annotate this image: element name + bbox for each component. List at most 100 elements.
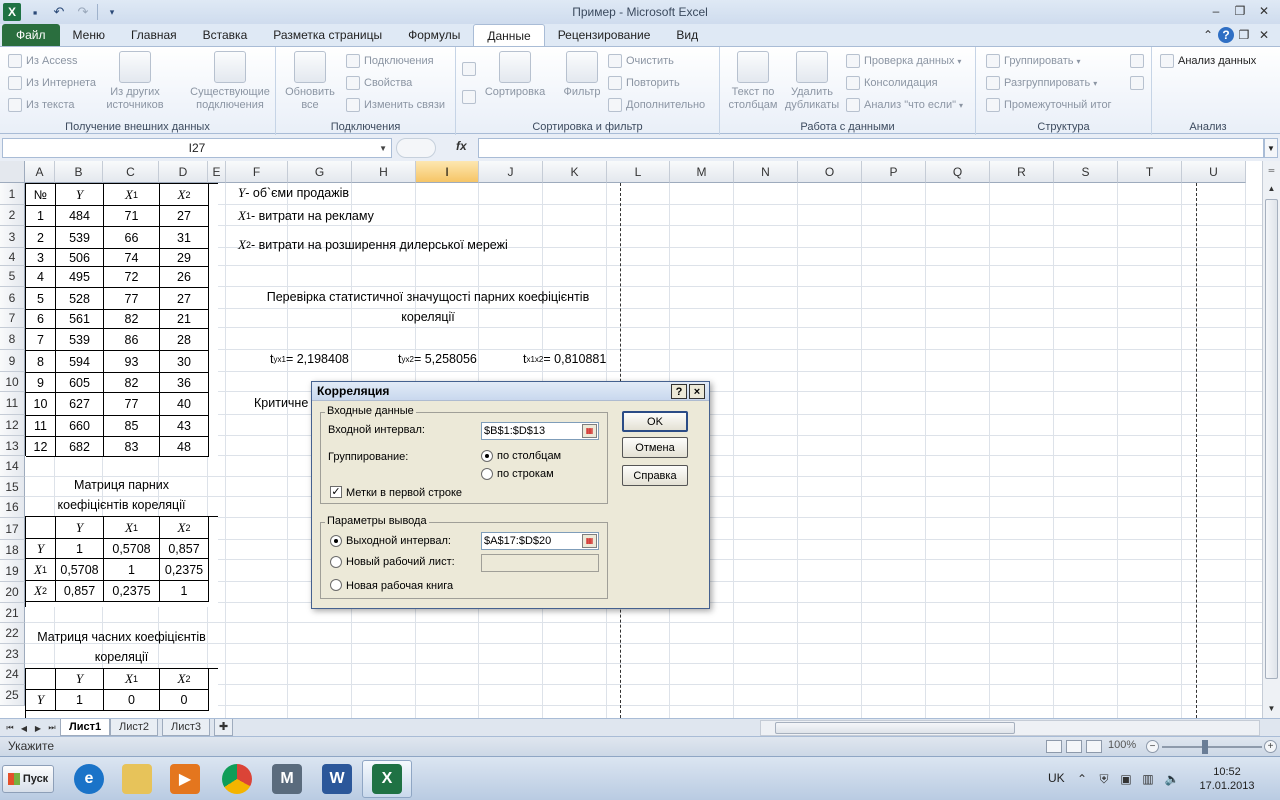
row-header-8[interactable]: 8: [0, 328, 25, 350]
column-header-d[interactable]: D: [159, 161, 208, 183]
table-header-cell[interactable]: №: [26, 184, 56, 206]
row-header-24[interactable]: 24: [0, 664, 25, 685]
customize-qat-icon[interactable]: ▾: [102, 2, 122, 22]
labels-first-row-checkbox[interactable]: ✓: [330, 486, 342, 498]
table-cell[interactable]: 0,857: [56, 581, 104, 602]
row-header-17[interactable]: 17: [0, 518, 25, 540]
table-header-cell[interactable]: X1: [104, 669, 160, 690]
table-cell[interactable]: 1: [56, 539, 104, 559]
table-header-cell[interactable]: X1: [104, 184, 160, 206]
hide-detail-button[interactable]: [1130, 73, 1144, 93]
undo-icon[interactable]: ↶: [49, 2, 69, 22]
table-cell[interactable]: 82: [104, 310, 160, 329]
row-header-21[interactable]: 21: [0, 603, 25, 623]
expand-formula-bar-icon[interactable]: ▼: [1264, 138, 1278, 158]
tab-insert[interactable]: Вставка: [190, 24, 261, 46]
tab-page-layout[interactable]: Разметка страницы: [260, 24, 395, 46]
table-cell[interactable]: 48: [160, 437, 209, 457]
group-button[interactable]: Группировать ▾: [986, 51, 1081, 71]
what-if-button[interactable]: Анализ "что если" ▾: [846, 95, 963, 115]
vertical-scroll-thumb[interactable]: [1265, 199, 1278, 679]
excel-logo-icon[interactable]: X: [3, 3, 21, 21]
connections-button[interactable]: Подключения: [346, 51, 434, 71]
column-header-q[interactable]: Q: [926, 161, 990, 183]
table-cell[interactable]: 27: [160, 206, 209, 227]
start-button[interactable]: Пуск: [2, 765, 54, 793]
row-header-19[interactable]: 19: [0, 560, 25, 582]
sheet-tab-1[interactable]: Лист1: [60, 719, 111, 736]
table-cell[interactable]: X2: [26, 581, 56, 602]
sheet-tab-3[interactable]: Лист3: [162, 719, 211, 736]
table-cell[interactable]: 594: [56, 351, 104, 373]
vertical-scrollbar[interactable]: ═ ▲ ▼: [1262, 161, 1280, 718]
zoom-slider-track[interactable]: [1162, 746, 1262, 748]
minimize-icon[interactable]: –: [1204, 2, 1228, 20]
row-header-15[interactable]: 15: [0, 477, 25, 497]
data-validation-button[interactable]: Проверка данных ▾: [846, 51, 961, 71]
table-cell[interactable]: 627: [56, 393, 104, 416]
table-header-cell[interactable]: [26, 669, 56, 690]
table-cell[interactable]: Y: [26, 690, 56, 711]
scroll-down-icon[interactable]: ▼: [1264, 701, 1279, 715]
table-cell[interactable]: 0: [160, 690, 209, 711]
refresh-all-button[interactable]: Обновить все: [280, 51, 340, 112]
column-header-k[interactable]: K: [543, 161, 607, 183]
new-sheet-label[interactable]: Новый рабочий лист:: [346, 556, 455, 568]
data-analysis-button[interactable]: Анализ данных: [1160, 51, 1256, 71]
table-cell[interactable]: 12: [26, 437, 56, 457]
column-header-m[interactable]: M: [670, 161, 734, 183]
table-cell[interactable]: 506: [56, 249, 104, 267]
zoom-slider-thumb[interactable]: [1202, 740, 1208, 754]
table-cell[interactable]: 484: [56, 206, 104, 227]
by-rows-radio[interactable]: [481, 468, 493, 480]
sort-desc-button[interactable]: [462, 87, 480, 107]
column-header-p[interactable]: P: [862, 161, 926, 183]
tray-shield-icon[interactable]: ⛨: [1096, 771, 1112, 787]
table-cell[interactable]: 1: [104, 559, 160, 581]
row-header-20[interactable]: 20: [0, 582, 25, 603]
table-header-cell[interactable]: X2: [160, 184, 209, 206]
column-header-o[interactable]: O: [798, 161, 862, 183]
by-columns-radio[interactable]: [481, 450, 493, 462]
column-header-b[interactable]: B: [55, 161, 103, 183]
table-cell[interactable]: 0,2375: [104, 581, 160, 602]
row-header-3[interactable]: 3: [0, 226, 25, 248]
close-icon[interactable]: ✕: [1252, 2, 1276, 20]
table-cell[interactable]: 0,857: [160, 539, 209, 559]
sort-asc-button[interactable]: [462, 59, 480, 79]
by-columns-label[interactable]: по столбцам: [497, 450, 561, 462]
dialog-close-icon[interactable]: ×: [689, 384, 705, 399]
taskbar-word[interactable]: W: [312, 760, 362, 798]
dialog-help-icon[interactable]: ?: [671, 384, 687, 399]
table-cell[interactable]: 8: [26, 351, 56, 373]
table-cell[interactable]: 1: [26, 206, 56, 227]
row-header-25[interactable]: 25: [0, 685, 25, 706]
table-cell[interactable]: 83: [104, 437, 160, 457]
language-indicator[interactable]: UK: [1048, 771, 1065, 785]
table-cell[interactable]: 561: [56, 310, 104, 329]
table-cell[interactable]: 66: [104, 227, 160, 249]
table-header-cell[interactable]: X2: [160, 669, 209, 690]
new-book-label[interactable]: Новая рабочая книга: [346, 580, 453, 592]
table-cell[interactable]: 10: [26, 393, 56, 416]
insert-function-icon[interactable]: fx: [456, 139, 467, 153]
subtotal-button[interactable]: Промежуточный итог: [986, 95, 1112, 115]
row-header-23[interactable]: 23: [0, 644, 25, 664]
column-header-e[interactable]: E: [208, 161, 226, 183]
table-cell[interactable]: 27: [160, 288, 209, 310]
new-sheet-name-field[interactable]: [481, 554, 599, 572]
tray-expand-icon[interactable]: ⌃: [1074, 771, 1090, 787]
row-header-2[interactable]: 2: [0, 205, 25, 226]
consolidate-button[interactable]: Консолидация: [846, 73, 938, 93]
table-cell[interactable]: 11: [26, 416, 56, 437]
row-header-14[interactable]: 14: [0, 456, 25, 477]
next-sheet-icon[interactable]: ▶: [32, 721, 44, 735]
restore-window-icon[interactable]: ❐: [1234, 26, 1254, 44]
table-cell[interactable]: 5: [26, 288, 56, 310]
from-web-button[interactable]: Из Интернета: [8, 73, 96, 93]
tab-data[interactable]: Данные: [473, 24, 545, 47]
table-cell[interactable]: 539: [56, 227, 104, 249]
taskbar-mathcad[interactable]: M: [262, 760, 312, 798]
table-cell[interactable]: 9: [26, 373, 56, 393]
column-header-a[interactable]: A: [25, 161, 55, 183]
